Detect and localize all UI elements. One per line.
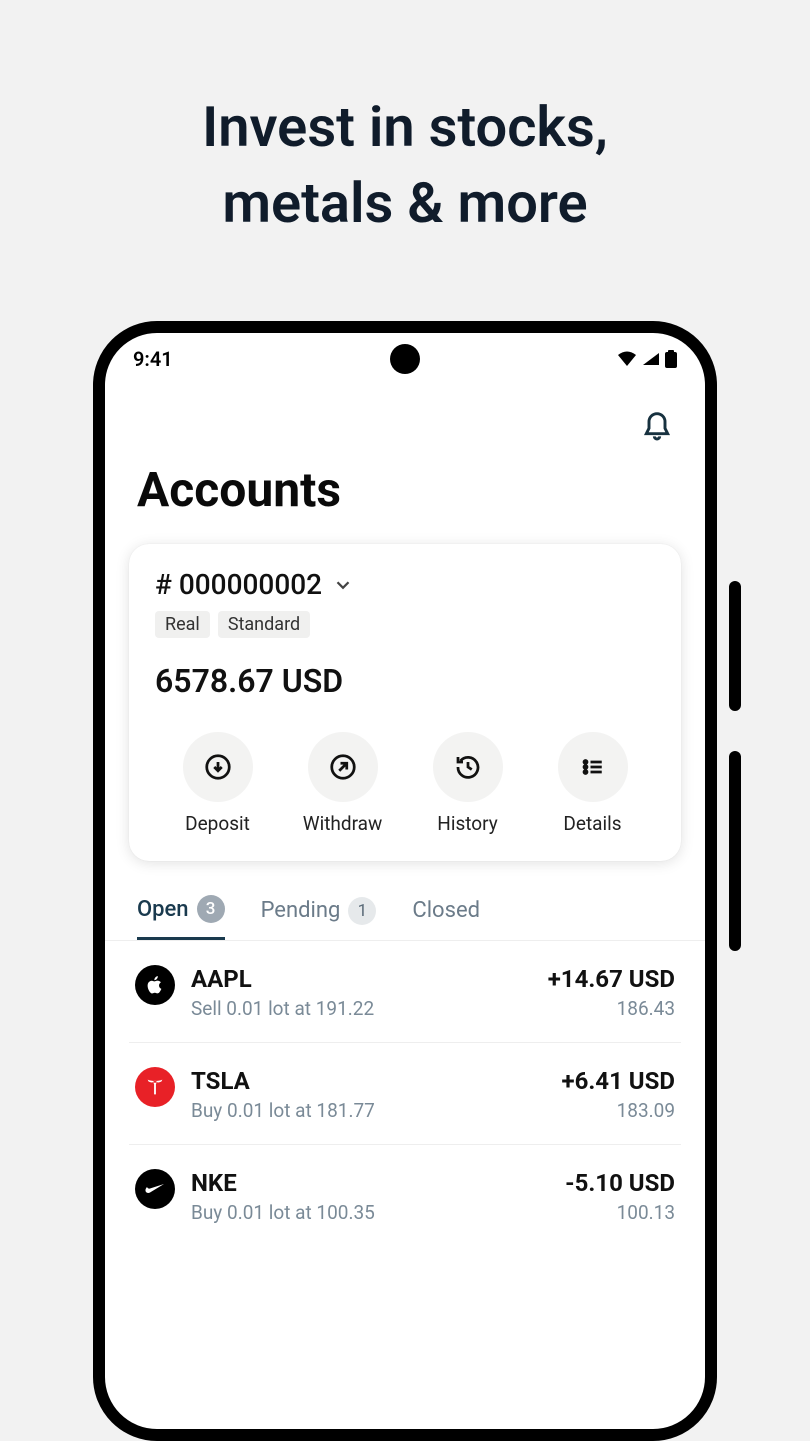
tesla-icon <box>135 1067 175 1107</box>
position-detail: Buy 0.01 lot at 181.77 <box>191 1099 375 1122</box>
account-number: # 000000002 <box>155 568 322 601</box>
history-button[interactable]: History <box>405 732 530 835</box>
promo-heading: Invest in stocks, metals & more <box>0 0 810 241</box>
position-pnl: +6.41 USD <box>561 1067 675 1095</box>
history-icon <box>453 752 483 782</box>
position-symbol: NKE <box>191 1169 375 1197</box>
battery-icon <box>665 350 677 368</box>
tab-open[interactable]: Open 3 <box>137 895 225 940</box>
withdraw-button[interactable]: Withdraw <box>280 732 405 835</box>
camera-cutout <box>390 344 420 374</box>
position-row[interactable]: TSLA Buy 0.01 lot at 181.77 +6.41 USD 183.0… <box>129 1043 681 1145</box>
phone-frame: 9:41 Accounts # 000000002 Real Standard <box>93 321 717 1441</box>
apple-icon <box>135 965 175 1005</box>
account-tag-standard: Standard <box>218 611 310 638</box>
tab-pending-count: 1 <box>348 897 376 925</box>
bell-icon[interactable] <box>641 411 673 443</box>
account-tag-real: Real <box>155 611 210 638</box>
status-bar: 9:41 <box>105 333 705 381</box>
list-icon <box>578 752 608 782</box>
position-pnl: -5.10 USD <box>565 1169 675 1197</box>
page-title: Accounts <box>105 443 705 526</box>
account-balance: 6578.67 USD <box>155 662 655 700</box>
account-selector[interactable]: # 000000002 <box>155 568 655 601</box>
chevron-down-icon <box>332 574 354 596</box>
phone-side-button <box>729 581 741 711</box>
account-card: # 000000002 Real Standard 6578.67 USD De… <box>129 544 681 861</box>
position-price: 100.13 <box>565 1201 675 1224</box>
wifi-icon <box>617 351 637 367</box>
position-detail: Sell 0.01 lot at 191.22 <box>191 997 374 1020</box>
position-pnl: +14.67 USD <box>548 965 675 993</box>
download-circle-icon <box>203 752 233 782</box>
nike-icon <box>135 1169 175 1209</box>
position-price: 186.43 <box>548 997 675 1020</box>
details-button[interactable]: Details <box>530 732 655 835</box>
signal-icon <box>641 351 661 367</box>
deposit-button[interactable]: Deposit <box>155 732 280 835</box>
position-detail: Buy 0.01 lot at 100.35 <box>191 1201 375 1224</box>
arrow-up-right-circle-icon <box>328 752 358 782</box>
position-symbol: TSLA <box>191 1067 375 1095</box>
position-symbol: AAPL <box>191 965 374 993</box>
status-time: 9:41 <box>133 347 173 371</box>
tab-closed[interactable]: Closed <box>412 895 480 940</box>
phone-side-button <box>729 751 741 951</box>
position-price: 183.09 <box>561 1099 675 1122</box>
position-row[interactable]: AAPL Sell 0.01 lot at 191.22 +14.67 USD 186… <box>129 941 681 1043</box>
position-row[interactable]: NKE Buy 0.01 lot at 100.35 -5.10 USD 100.13 <box>129 1145 681 1246</box>
tab-pending[interactable]: Pending 1 <box>261 895 377 940</box>
tab-open-count: 3 <box>197 895 225 923</box>
